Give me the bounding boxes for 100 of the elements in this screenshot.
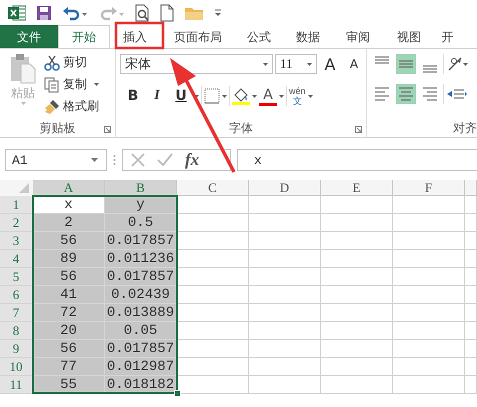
row-header[interactable]: 8 <box>0 322 33 340</box>
phonetic-guide-button[interactable]: wén 文 <box>289 86 306 106</box>
table-cell <box>465 232 477 250</box>
table-cell: 0.02439 <box>105 286 177 304</box>
ribbon-tab[interactable]: 插入 <box>110 25 160 48</box>
phonetic-caret-icon <box>308 94 313 98</box>
copy-icon <box>44 76 60 92</box>
row-header[interactable]: 7 <box>0 304 33 322</box>
ribbon-tab[interactable]: 开 <box>436 25 459 48</box>
align-middle-icon[interactable] <box>396 54 416 74</box>
decrease-font-size-button[interactable]: A <box>343 53 365 75</box>
table-cell <box>177 232 249 250</box>
excel-logo-icon[interactable] <box>8 4 26 20</box>
row-header[interactable]: 10 <box>0 358 33 376</box>
new-document-icon[interactable] <box>160 4 174 22</box>
ribbon-tab[interactable]: 数据 <box>282 25 334 48</box>
table-cell: 2 <box>33 214 105 232</box>
ribbon-tab[interactable]: 页面布局 <box>160 25 236 48</box>
formula-input[interactable]: x <box>237 149 477 171</box>
table-cell <box>321 214 393 232</box>
table-cell <box>321 196 393 214</box>
table-cell <box>465 340 477 358</box>
table-cell <box>393 250 465 268</box>
table-cell <box>321 322 393 340</box>
copy-button[interactable]: 复制 <box>42 75 101 94</box>
cut-button[interactable]: 剪切 <box>42 53 101 72</box>
table-cell <box>177 250 249 268</box>
insert-function-button[interactable]: fx <box>185 150 200 170</box>
table-cell <box>393 268 465 286</box>
name-box[interactable]: A1 <box>5 149 107 171</box>
font-color-button[interactable]: A <box>259 86 277 106</box>
table-cell <box>393 232 465 250</box>
dropdown-caret-icon <box>307 62 312 66</box>
table-cell <box>465 286 477 304</box>
fill-handle[interactable] <box>174 390 181 397</box>
column-header[interactable]: F <box>393 180 465 196</box>
row-header[interactable]: 2 <box>0 214 33 232</box>
border-icon[interactable] <box>204 88 220 104</box>
customize-caret-icon[interactable] <box>214 8 222 16</box>
table-cell <box>177 340 249 358</box>
border-caret-icon <box>222 94 227 98</box>
table-cell: 41 <box>33 286 105 304</box>
text-orientation-icon[interactable] <box>446 55 468 73</box>
group-label: 剪贴板 <box>40 120 76 136</box>
row-header[interactable]: 11 <box>0 376 33 394</box>
undo-icon[interactable] <box>62 4 88 20</box>
ribbon-tab[interactable]: 开始 <box>58 25 110 48</box>
table-cell: 0.013889 <box>105 304 177 322</box>
ribbon-tab[interactable]: 视图 <box>382 25 436 48</box>
align-center-icon[interactable] <box>396 84 416 104</box>
row-header[interactable]: 6 <box>0 286 33 304</box>
table-cell: 77 <box>33 358 105 376</box>
table-cell: 0.017857 <box>105 340 177 358</box>
table-cell <box>465 322 477 340</box>
table-cell <box>177 322 249 340</box>
font-size-field[interactable]: 11 <box>275 54 317 74</box>
ribbon-tab[interactable]: 文件 <box>0 25 58 48</box>
bold-button[interactable]: B <box>122 85 144 107</box>
table-cell: 0.05 <box>105 322 177 340</box>
ribbon-tab[interactable]: 审阅 <box>334 25 382 48</box>
column-header[interactable]: B <box>105 180 177 196</box>
table-cell <box>393 376 465 394</box>
table-cell <box>321 250 393 268</box>
table-cell <box>321 232 393 250</box>
column-header[interactable]: C <box>177 180 249 196</box>
ribbon-tab[interactable]: 公式 <box>236 25 282 48</box>
paintbrush-icon <box>44 98 60 114</box>
column-header[interactable]: E <box>321 180 393 196</box>
clipboard-icon <box>9 53 37 85</box>
fill-color-icon[interactable] <box>232 87 250 105</box>
format-painter-button[interactable]: 格式刷 <box>42 97 101 116</box>
table-cell <box>393 286 465 304</box>
table-cell <box>177 286 249 304</box>
column-header[interactable]: D <box>249 180 321 196</box>
name-box-caret-icon <box>91 158 98 162</box>
table-cell: 56 <box>33 268 105 286</box>
table-cell <box>249 232 321 250</box>
increase-font-size-button[interactable]: A <box>319 53 341 75</box>
row-header[interactable]: 4 <box>0 250 33 268</box>
underline-button[interactable]: U <box>170 85 192 107</box>
row-header[interactable]: 9 <box>0 340 33 358</box>
table-cell <box>177 196 249 214</box>
dialog-launcher-icon[interactable] <box>355 126 362 133</box>
row-header[interactable]: 1 <box>0 196 33 214</box>
row-header[interactable]: 3 <box>0 232 33 250</box>
column-header[interactable]: A <box>33 180 105 196</box>
table-cell <box>393 196 465 214</box>
table-cell <box>465 358 477 376</box>
font-name-field[interactable]: 宋体 <box>120 54 273 74</box>
row-header[interactable]: 5 <box>0 268 33 286</box>
dialog-launcher-icon[interactable] <box>104 126 111 133</box>
italic-button[interactable]: I <box>146 85 168 107</box>
table-cell <box>465 304 477 322</box>
print-preview-icon[interactable] <box>134 4 150 22</box>
table-cell <box>249 214 321 232</box>
table-cell <box>249 304 321 322</box>
paste-caret-icon <box>20 102 26 105</box>
table-cell: 0.5 <box>105 214 177 232</box>
save-icon[interactable] <box>36 4 52 20</box>
table-cell <box>393 358 465 376</box>
